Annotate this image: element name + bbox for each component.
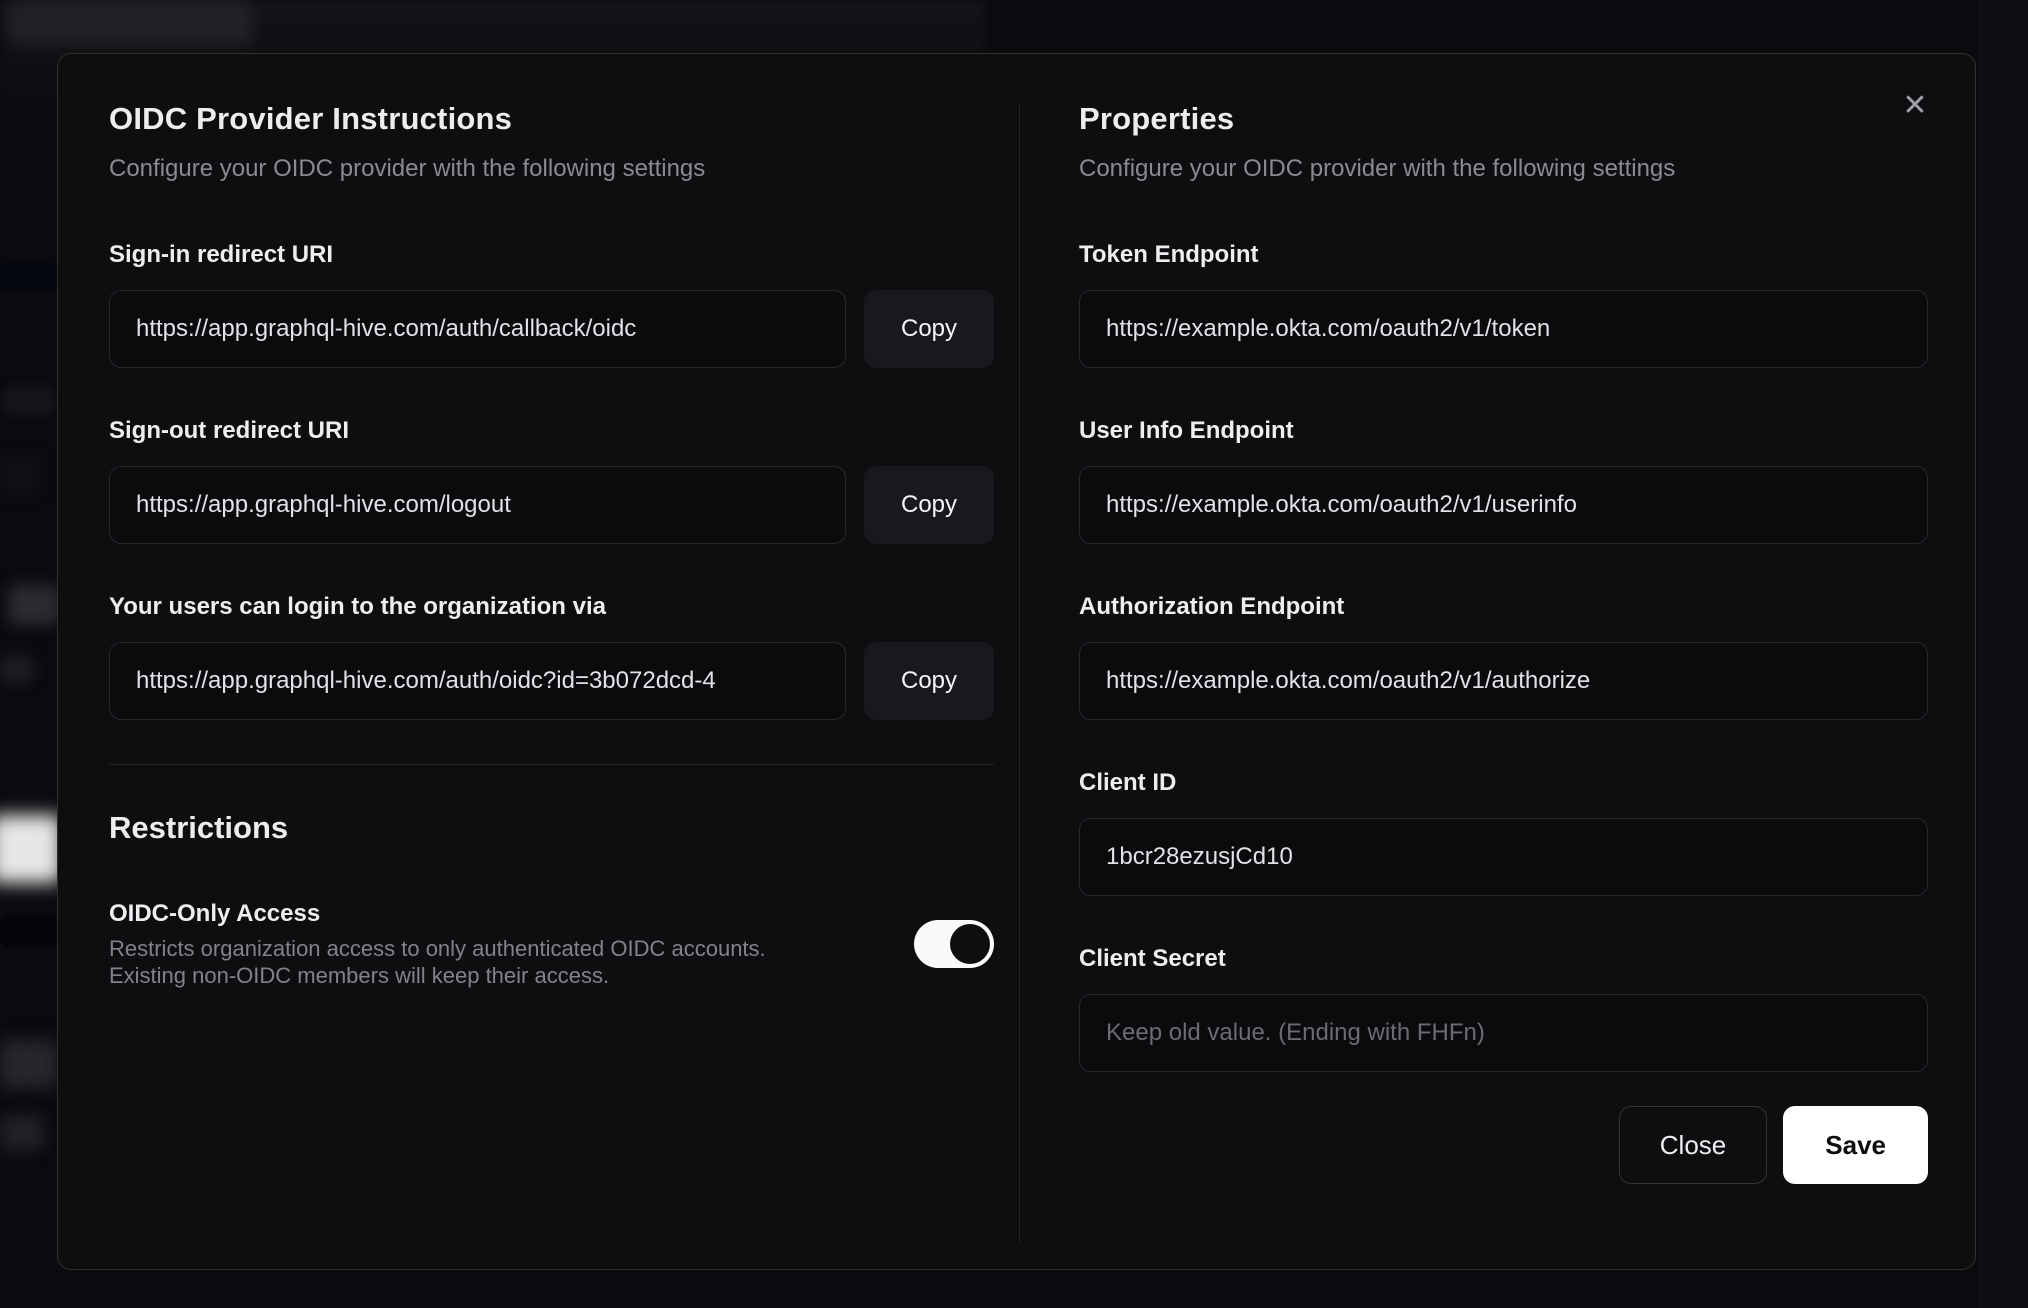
- restrictions-title: Restrictions: [109, 810, 289, 845]
- background-text-fragment: [0, 455, 40, 495]
- token-endpoint-input[interactable]: [1079, 290, 1928, 368]
- toggle-thumb: [950, 924, 990, 964]
- background-text-fragment: [0, 1115, 44, 1151]
- client-id-row: [1079, 818, 1928, 896]
- background-text-fragment: [0, 1040, 58, 1088]
- oidc-only-access-row: OIDC-Only Access Restricts organization …: [109, 899, 994, 989]
- authorization-endpoint-row: [1079, 642, 1928, 720]
- oidc-only-access-toggle[interactable]: [914, 920, 994, 968]
- instructions-column: OIDC Provider Instructions Configure you…: [109, 100, 994, 989]
- client-secret-label: Client Secret: [1079, 945, 1226, 972]
- section-divider: [109, 764, 994, 765]
- oidc-only-access-label: OIDC-Only Access: [109, 900, 321, 927]
- copy-signout-uri-button[interactable]: Copy: [864, 466, 994, 544]
- dialog-actions: Close Save: [1079, 1106, 1928, 1184]
- oidc-only-access-description: Restricts organization access to only au…: [109, 935, 884, 989]
- authorization-endpoint-input[interactable]: [1079, 642, 1928, 720]
- org-login-uri-row: Copy: [109, 642, 994, 720]
- client-id-input[interactable]: [1079, 818, 1928, 896]
- signout-redirect-uri-row: Copy: [109, 466, 994, 544]
- background-right-panel-edge: [1978, 0, 2028, 1308]
- client-secret-input[interactable]: [1079, 994, 1928, 1072]
- properties-column: Properties Configure your OIDC provider …: [1079, 100, 1928, 1184]
- description-line: Existing non-OIDC members will keep thei…: [109, 963, 610, 988]
- signin-redirect-uri-row: Copy: [109, 290, 994, 368]
- authorization-endpoint-label: Authorization Endpoint: [1079, 593, 1345, 620]
- background-text-fragment: [4, 388, 54, 414]
- signin-redirect-uri-input[interactable]: [109, 290, 846, 368]
- background-dark-band: [0, 262, 57, 292]
- token-endpoint-row: [1079, 290, 1928, 368]
- save-button[interactable]: Save: [1783, 1106, 1928, 1184]
- background-blurred-logo: [8, 2, 253, 44]
- oidc-settings-dialog: ✕ OIDC Provider Instructions Configure y…: [57, 53, 1976, 1270]
- org-login-uri-label: Your users can login to the organization…: [109, 593, 606, 620]
- client-id-label: Client ID: [1079, 769, 1177, 796]
- background-dark-band: [0, 915, 57, 947]
- oidc-only-access-text: OIDC-Only Access Restricts organization …: [109, 899, 884, 989]
- close-button[interactable]: Close: [1618, 1106, 1768, 1184]
- copy-org-login-uri-button[interactable]: Copy: [864, 642, 994, 720]
- token-endpoint-label: Token Endpoint: [1079, 241, 1259, 268]
- background-text-fragment: [8, 585, 60, 625]
- signout-redirect-uri-label: Sign-out redirect URI: [109, 417, 350, 444]
- signin-redirect-uri-label: Sign-in redirect URI: [109, 241, 334, 268]
- background-white-button-fragment: [0, 815, 62, 883]
- properties-subtitle: Configure your OIDC provider with the fo…: [1079, 155, 1676, 182]
- userinfo-endpoint-row: [1079, 466, 1928, 544]
- userinfo-endpoint-label: User Info Endpoint: [1079, 417, 1294, 444]
- signout-redirect-uri-input[interactable]: [109, 466, 846, 544]
- properties-title: Properties: [1079, 101, 1235, 136]
- column-divider: [1019, 104, 1020, 1242]
- client-secret-row: [1079, 994, 1928, 1072]
- copy-signin-uri-button[interactable]: Copy: [864, 290, 994, 368]
- background-text-fragment: [0, 655, 34, 683]
- userinfo-endpoint-input[interactable]: [1079, 466, 1928, 544]
- instructions-subtitle: Configure your OIDC provider with the fo…: [109, 155, 706, 182]
- description-line: Restricts organization access to only au…: [109, 936, 766, 961]
- instructions-title: OIDC Provider Instructions: [109, 101, 513, 136]
- org-login-uri-input[interactable]: [109, 642, 846, 720]
